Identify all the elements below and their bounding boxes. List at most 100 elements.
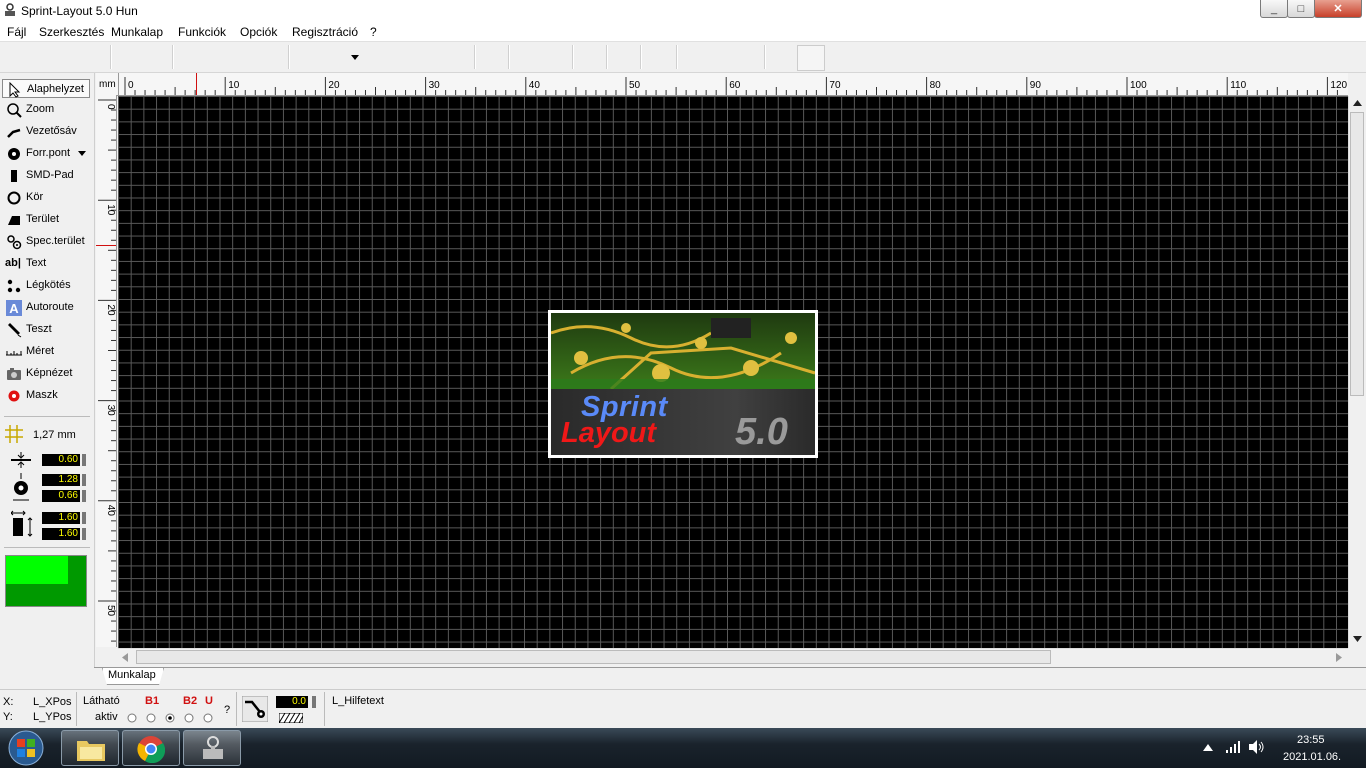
title-bar: Sprint-Layout 5.0 Hun _ □ ✕ bbox=[0, 0, 1366, 23]
menu-registration[interactable]: Regisztráció bbox=[292, 25, 358, 39]
ruler-tick-label: 50 bbox=[629, 80, 641, 91]
menu-functions[interactable]: Funkciók bbox=[178, 25, 226, 39]
clock-date[interactable]: 2021.01.06. bbox=[1283, 751, 1341, 763]
minimize-button[interactable]: _ bbox=[1260, 0, 1288, 18]
tool-photo-view[interactable]: Képnézet bbox=[2, 364, 90, 383]
ruler-tick-label: 110 bbox=[1230, 80, 1246, 91]
app-icon bbox=[5, 3, 15, 16]
ruler-tick-label: 0 bbox=[128, 80, 134, 91]
pad-inner-field[interactable]: 0.66 bbox=[42, 490, 80, 502]
smd-height-spinner[interactable] bbox=[82, 528, 86, 540]
menu-worksheet[interactable]: Munkalap bbox=[111, 25, 163, 39]
taskbar-explorer[interactable] bbox=[61, 730, 119, 766]
start-button-icon[interactable] bbox=[6, 729, 46, 767]
pad-icon bbox=[8, 148, 20, 160]
grid-icon[interactable] bbox=[5, 425, 23, 443]
volume-icon[interactable] bbox=[1249, 740, 1265, 754]
smd-width-field[interactable]: 1.60 bbox=[42, 512, 80, 524]
tool-smd-pad[interactable]: SMD-Pad bbox=[2, 166, 90, 185]
tool-test[interactable]: Teszt bbox=[2, 320, 90, 339]
vertical-scrollbar[interactable] bbox=[1348, 96, 1366, 648]
ruler-tick-label: 50 bbox=[105, 605, 116, 617]
horizontal-scrollbar[interactable] bbox=[118, 648, 1348, 666]
ruler-tick-label: 120 bbox=[1330, 80, 1347, 91]
circuit-board-image bbox=[551, 313, 815, 389]
layer-color-swatch[interactable] bbox=[5, 555, 87, 607]
close-button[interactable]: ✕ bbox=[1314, 0, 1362, 18]
dropdown-arrow-icon[interactable] bbox=[351, 55, 359, 61]
smd-width-spinner[interactable] bbox=[82, 512, 86, 524]
tool-area[interactable]: Terület bbox=[2, 210, 90, 229]
pad-inner-spinner[interactable] bbox=[82, 490, 86, 502]
tool-circle[interactable]: Kör bbox=[2, 188, 90, 207]
folder-icon bbox=[77, 741, 105, 761]
tab-worksheet[interactable]: Munkalap bbox=[102, 668, 164, 685]
splash-version: 5.0 bbox=[735, 411, 788, 453]
pad-size-icon bbox=[13, 473, 29, 501]
visible-label: Látható bbox=[83, 695, 120, 707]
ruler-tick-label: 20 bbox=[328, 80, 340, 91]
window-title: Sprint-Layout 5.0 Hun bbox=[21, 4, 138, 18]
tool-measure[interactable]: Méret bbox=[2, 342, 90, 361]
tray-expand-icon[interactable] bbox=[1203, 744, 1213, 752]
layer-b2-label[interactable]: B2 bbox=[183, 695, 197, 707]
tool-text[interactable]: ab| Text bbox=[2, 254, 90, 273]
taskbar-sprint-layout[interactable] bbox=[183, 730, 241, 766]
network-icon[interactable] bbox=[1226, 741, 1240, 753]
hatch-icon bbox=[279, 713, 303, 723]
dropdown-arrow-icon[interactable] bbox=[78, 151, 86, 156]
zoom-value-spinner[interactable] bbox=[312, 696, 316, 708]
pad-outer-spinner[interactable] bbox=[82, 474, 86, 486]
tool-special-area[interactable]: Spec.terület bbox=[2, 232, 90, 251]
scroll-left-icon[interactable] bbox=[122, 653, 128, 662]
vertical-scroll-thumb[interactable] bbox=[1350, 112, 1364, 396]
maximize-button[interactable]: □ bbox=[1287, 0, 1315, 18]
zoom-icon bbox=[7, 103, 22, 118]
layer-help-label[interactable]: ? bbox=[224, 704, 230, 716]
area-icon bbox=[8, 216, 20, 225]
scroll-up-icon[interactable] bbox=[1353, 100, 1362, 106]
pad-outer-field[interactable]: 1.28 bbox=[42, 474, 80, 486]
via-tool-icon[interactable] bbox=[242, 696, 268, 722]
ruler-tick-label: 10 bbox=[105, 204, 116, 216]
track-icon bbox=[7, 128, 21, 138]
tool-track[interactable]: Vezetősáv bbox=[2, 122, 90, 141]
grid-size-label[interactable]: 1,27 mm bbox=[33, 429, 76, 441]
track-width-field[interactable]: 0.60 bbox=[42, 454, 80, 466]
ruler-ticks: 0 10 20 30 40 50 60 70 80 90 100 110 120 bbox=[124, 77, 1348, 95]
tool-airwire[interactable]: Légkötés bbox=[2, 276, 90, 295]
smd-height-field[interactable]: 1.60 bbox=[42, 528, 80, 540]
pcb-canvas[interactable]: Sprint Layout 5.0 bbox=[118, 96, 1348, 648]
active-layer-radios[interactable] bbox=[127, 713, 223, 723]
tool-select[interactable]: Alaphelyzet bbox=[2, 79, 90, 98]
layer-b1-label[interactable]: B1 bbox=[145, 695, 159, 707]
menu-file[interactable]: Fájl bbox=[7, 25, 26, 39]
status-bar: X: Y: L_XPos L_YPos Látható aktiv B1 B2 … bbox=[0, 689, 1366, 728]
toolbar-button[interactable] bbox=[797, 45, 825, 71]
clock-time[interactable]: 23:55 bbox=[1297, 734, 1325, 746]
tool-pad[interactable]: Forr.pont bbox=[2, 144, 90, 163]
horizontal-scroll-thumb[interactable] bbox=[136, 650, 1051, 664]
y-position: L_YPos bbox=[33, 711, 72, 723]
menu-edit[interactable]: Szerkesztés bbox=[39, 25, 104, 39]
ruler-tick-label: 100 bbox=[1130, 80, 1147, 91]
tool-mask[interactable]: Maszk bbox=[2, 386, 90, 405]
worksheet-tabs: Munkalap bbox=[94, 667, 1366, 687]
ruler-tick-label: 30 bbox=[105, 405, 116, 417]
zoom-value-field[interactable]: 0.0 bbox=[276, 696, 308, 708]
test-icon bbox=[8, 323, 22, 338]
tool-autoroute[interactable]: A Autoroute bbox=[2, 298, 90, 317]
ruler-tick-label: 80 bbox=[930, 80, 942, 91]
tool-palette: Alaphelyzet Zoom Vezetősáv Forr.pont SMD… bbox=[0, 73, 95, 669]
menu-help[interactable]: ? bbox=[370, 25, 377, 39]
tool-zoom[interactable]: Zoom bbox=[2, 100, 90, 119]
ruler-tick-label: 0 bbox=[105, 104, 116, 110]
cursor-marker-vertical bbox=[96, 245, 116, 246]
scroll-right-icon[interactable] bbox=[1336, 653, 1342, 662]
layer-u-label[interactable]: U bbox=[205, 695, 213, 707]
menu-options[interactable]: Opciók bbox=[240, 25, 277, 39]
scroll-down-icon[interactable] bbox=[1353, 636, 1362, 642]
sprint-layout-icon bbox=[203, 736, 223, 759]
track-width-spinner[interactable] bbox=[82, 454, 86, 466]
taskbar-chrome[interactable] bbox=[122, 730, 180, 766]
